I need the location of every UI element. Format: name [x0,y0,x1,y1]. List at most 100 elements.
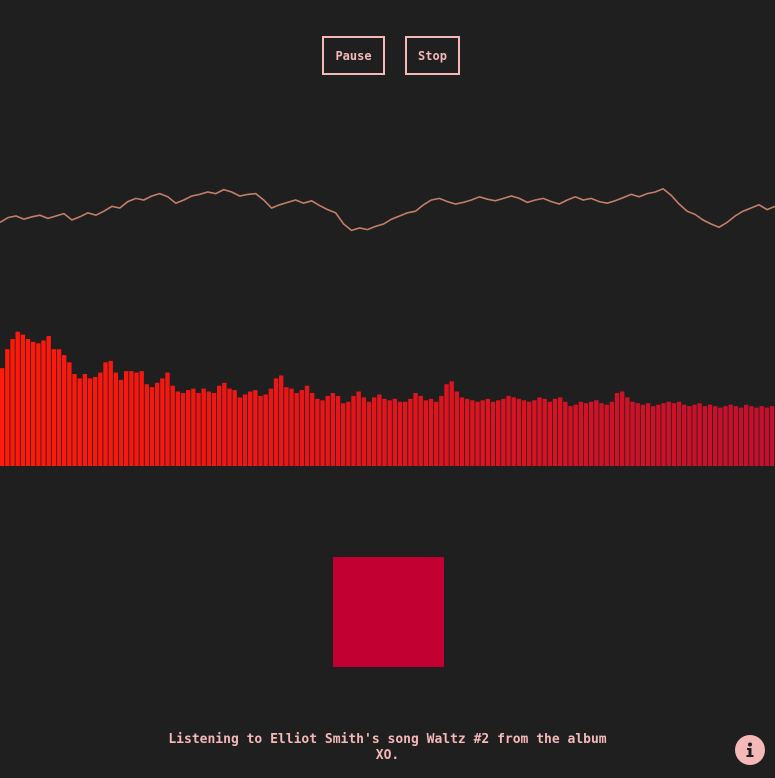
frequency-bar [325,395,330,466]
frequency-bar [103,362,108,466]
frequency-bar [206,391,212,466]
frequency-bar [485,398,491,466]
frequency-bar [532,400,537,466]
frequency-bar [413,393,418,466]
frequency-bar [511,397,516,466]
frequency-bar [676,401,682,466]
frequency-bar [387,400,392,466]
frequency-bar [583,403,589,466]
frequency-bar [521,400,527,466]
frequency-bar [682,404,687,466]
playback-controls: Pause Stop [0,36,775,75]
frequency-bar [351,395,356,466]
frequency-bar [418,395,423,466]
frequency-bar [77,378,82,466]
frequency-bar [614,393,620,466]
frequency-bar [480,400,485,466]
frequency-bar [558,397,563,466]
frequency-bar [320,400,325,466]
frequency-bar [372,397,377,466]
frequency-bar [170,385,175,466]
frequency-bar [692,404,697,466]
frequency-bar [537,397,542,466]
info-icon [746,742,754,757]
frequency-bar [403,401,408,466]
frequency-bar [118,379,124,466]
frequency-bar [279,375,284,466]
frequency-bar [5,349,10,466]
frequency-bar [149,387,155,466]
frequency-bar [129,371,134,466]
frequency-bar [630,401,635,466]
frequency-bar [516,398,522,466]
frequency-bar [0,368,5,466]
frequency-bar [728,404,733,466]
frequency-bar [139,371,144,466]
frequency-bar [392,398,398,466]
frequency-bar [289,388,294,466]
frequency-bar [31,341,36,466]
frequency-bar [449,381,454,466]
frequency-bar [87,378,93,466]
frequency-bar [310,393,315,466]
frequency-bar [108,360,113,466]
frequency-bar [496,400,501,466]
frequency-bar [258,395,263,466]
frequency-bar [20,334,26,466]
frequency-bar [15,331,20,466]
frequency-bar [72,374,77,466]
frequency-bar [356,391,361,466]
frequency-bar [552,398,558,466]
frequency-bar [51,349,57,466]
frequency-bar [764,407,770,466]
frequency-bar [315,398,320,466]
frequency-bar [428,398,434,466]
frequency-bar [186,390,191,466]
frequency-bar [263,394,268,466]
frequency-bar [330,393,336,466]
frequency-bar [62,355,67,466]
frequency-bar [335,395,341,466]
frequency-bar [661,403,666,466]
frequency-bar [93,376,98,466]
waveform-visualization [0,187,775,232]
frequency-bar [635,403,640,466]
frequency-bar [299,390,305,466]
frequency-bar [227,388,232,466]
pause-button[interactable]: Pause [322,36,385,75]
frequency-bar [232,390,237,466]
frequency-bar [191,388,196,466]
frequency-bar [542,398,547,466]
frequency-bar [304,385,310,466]
frequency-bar [754,407,759,466]
frequency-bar [713,406,718,466]
frequency-bar [144,384,150,466]
frequency-bar [573,404,578,466]
frequency-bar [41,340,46,466]
frequency-bar [346,401,351,466]
frequency-bar [439,395,444,466]
frequency-bar [180,393,186,466]
frequency-bars-visualization [0,331,775,466]
frequency-bar [155,382,160,466]
frequency-bar [175,391,181,466]
info-button[interactable] [735,735,765,765]
frequency-bar [46,336,51,466]
frequency-bar [217,385,222,466]
frequency-bar [620,391,625,466]
frequency-bar [738,407,744,466]
frequency-bar [268,388,274,466]
frequency-bar [377,394,382,466]
frequency-bar [454,391,460,466]
frequency-bar [211,393,217,466]
frequency-bar [222,382,227,466]
frequency-bar [237,397,243,466]
frequency-bar [366,401,372,466]
stop-button[interactable]: Stop [405,36,460,75]
frequency-bar [294,393,299,466]
frequency-bar [609,401,615,466]
frequency-bar [651,406,656,466]
frequency-bar [563,401,568,466]
frequency-bar [506,395,511,466]
frequency-bar [599,403,604,466]
